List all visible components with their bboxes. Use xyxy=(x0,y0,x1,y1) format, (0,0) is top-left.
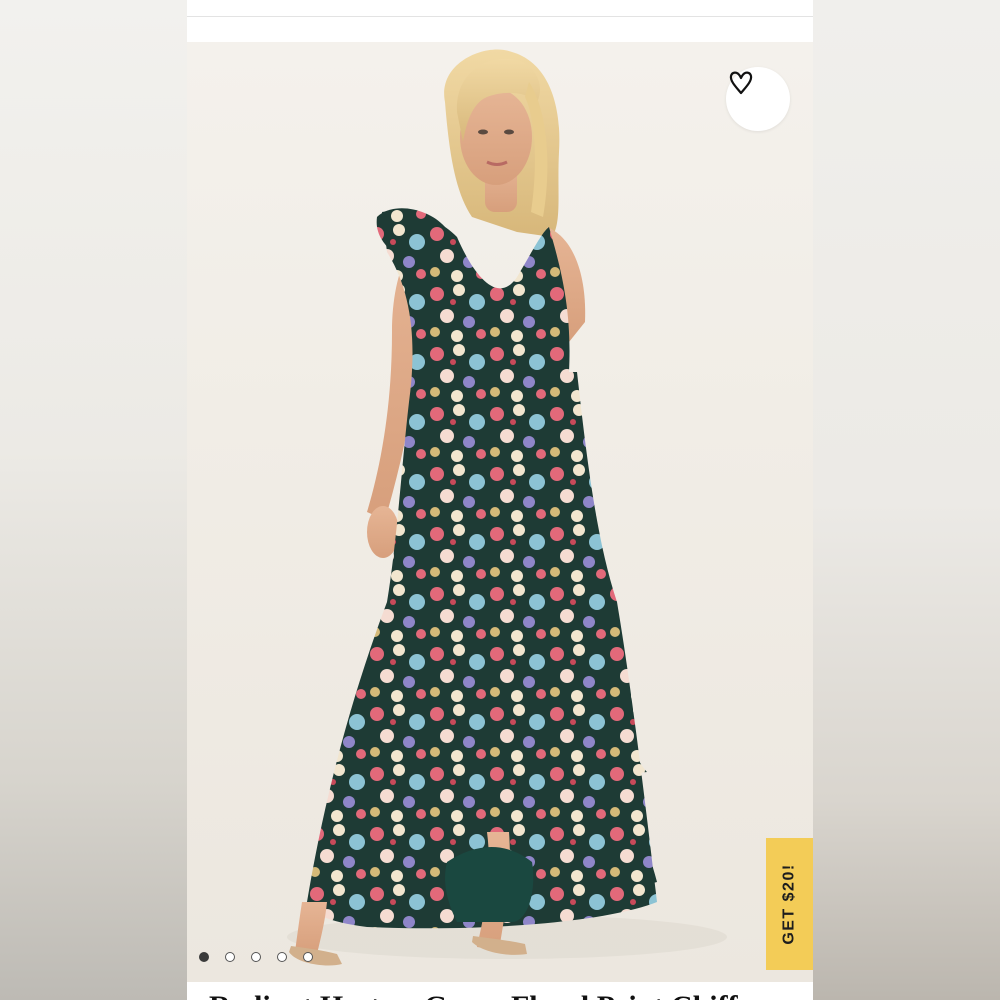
wishlist-button[interactable] xyxy=(726,67,790,131)
carousel-dot-5[interactable] xyxy=(303,952,313,962)
header-spacer xyxy=(187,17,813,42)
product-title: Radiant Hostess Green Floral Print Chiff xyxy=(209,990,738,1000)
carousel-dot-1[interactable] xyxy=(199,952,209,962)
promo-tab[interactable]: GET $20! xyxy=(766,838,813,970)
carousel-dot-4[interactable] xyxy=(277,952,287,962)
product-page: GET $20! Radiant Hostess Green Floral Pr… xyxy=(187,0,813,1000)
promo-label: GET $20! xyxy=(780,863,798,945)
model-illustration xyxy=(287,49,727,966)
product-title-area: Radiant Hostess Green Floral Print Chiff xyxy=(187,982,813,1000)
product-image[interactable]: GET $20! xyxy=(187,42,813,982)
top-bar xyxy=(187,0,813,17)
background-left xyxy=(0,0,187,1000)
carousel-dot-3[interactable] xyxy=(251,952,261,962)
carousel-dot-2[interactable] xyxy=(225,952,235,962)
heart-outline-icon xyxy=(729,71,753,95)
background-right xyxy=(813,0,1000,1000)
carousel-pagination xyxy=(199,952,313,962)
